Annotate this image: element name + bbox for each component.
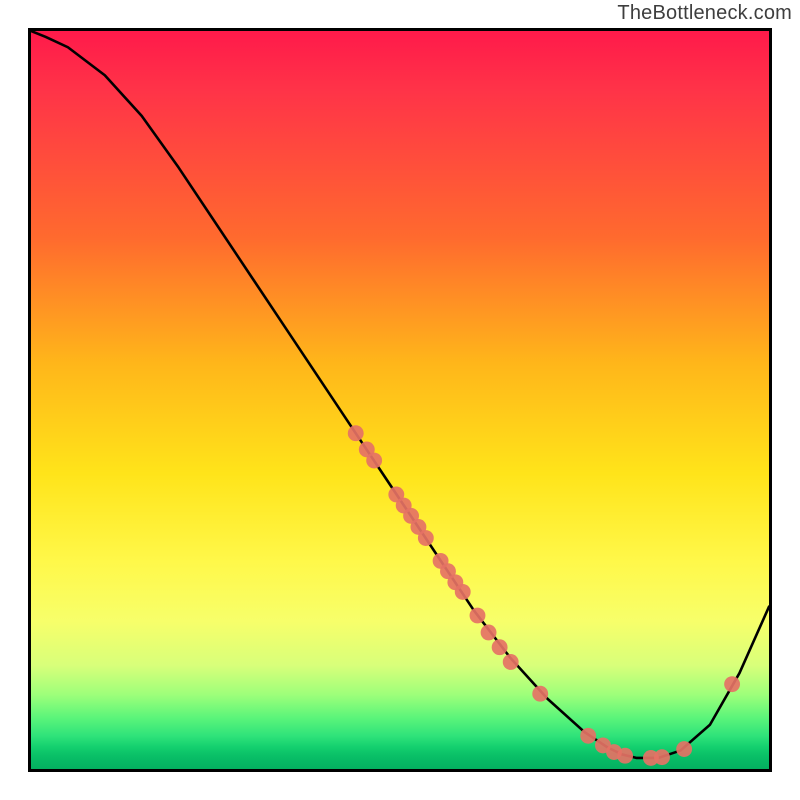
data-marker [724, 676, 740, 692]
bottleneck-curve [31, 31, 769, 758]
chart-svg [31, 31, 769, 769]
data-marker [366, 453, 382, 469]
plot-area [28, 28, 772, 772]
data-marker [418, 530, 434, 546]
data-marker [348, 425, 364, 441]
data-marker [580, 728, 596, 744]
chart-container: TheBottleneck.com [0, 0, 800, 800]
markers-group [348, 425, 740, 766]
data-marker [676, 741, 692, 757]
data-marker [481, 625, 497, 641]
data-marker [654, 749, 670, 765]
watermark-text: TheBottleneck.com [617, 2, 792, 25]
data-marker [470, 608, 486, 624]
data-marker [455, 584, 471, 600]
data-marker [617, 748, 633, 764]
data-marker [503, 654, 519, 670]
data-marker [492, 639, 508, 655]
data-marker [532, 686, 548, 702]
